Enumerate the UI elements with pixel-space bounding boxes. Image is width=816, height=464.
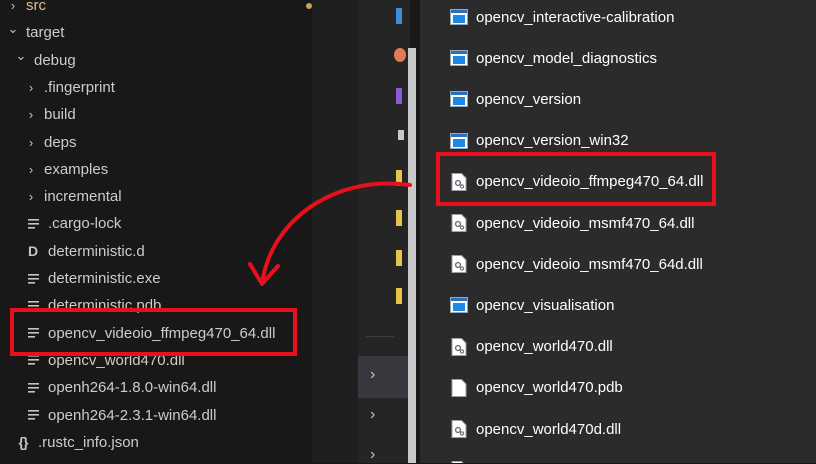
- file-list-item-label: opencv_version: [476, 90, 582, 108]
- tree-item-label: .fingerprint: [44, 78, 115, 96]
- file-list-item-label: opencv_videoio_msmf470_64.dll: [476, 214, 695, 232]
- tree-item-label: .rustc_info.json: [38, 433, 139, 451]
- app-window-icon: [450, 90, 468, 108]
- app-window-icon: [450, 8, 468, 26]
- tree-item[interactable]: openh264-2.3.1-win64.dll: [0, 402, 312, 429]
- chevron-right-icon[interactable]: ›: [24, 107, 38, 122]
- tree-item-label: target: [26, 24, 65, 42]
- strip-selected-row[interactable]: [358, 356, 410, 398]
- tree-item[interactable]: deterministic.exe: [0, 265, 312, 292]
- file-list-pane: opencv_interactive-calibration opencv_mod…: [420, 0, 816, 463]
- file-list-item-label: opencv_visualisation: [476, 296, 615, 314]
- tree-item-label: build: [44, 106, 76, 124]
- tree-item[interactable]: {} .rustc_info.json: [0, 429, 312, 456]
- folder-mark-icon: [396, 210, 402, 226]
- file-list-item-label: opencv_world470d.dll: [476, 420, 622, 438]
- tree-item-label: deps: [44, 133, 77, 151]
- file-list-item-label: opencv_version_win32: [476, 132, 629, 150]
- file-list-item[interactable]: opencv_videoio_msmf470_64d.dll: [450, 249, 703, 279]
- highlight-box-file-pane: [436, 152, 716, 206]
- app-window-icon: [450, 132, 468, 150]
- tree-item[interactable]: ⌄ debug: [0, 47, 312, 74]
- dll-gear-icon: [450, 255, 468, 274]
- chevron-right-icon[interactable]: ›: [24, 135, 38, 150]
- app-mark-icon: [396, 88, 402, 104]
- tree-item[interactable]: › src: [0, 0, 312, 19]
- scrollbar[interactable]: [408, 48, 416, 463]
- tree-item-label: debug: [34, 51, 76, 69]
- dll-gear-icon: [450, 420, 468, 438]
- app-window-icon: [450, 49, 468, 67]
- file-lines-icon: [24, 382, 42, 393]
- chevron-right-icon[interactable]: ›: [24, 162, 38, 177]
- tree-item[interactable]: ⌄ target: [0, 19, 312, 46]
- file-list-item-label: opencv_world470.pdb: [476, 379, 623, 397]
- app-window-icon: [450, 296, 468, 314]
- chevron-right-icon[interactable]: ›: [370, 406, 375, 424]
- file-list-item[interactable]: opencv_videoio_msmf470_64.dll: [450, 208, 694, 238]
- tree-item-label: .cargo-lock: [48, 215, 122, 233]
- file-lines-icon: [24, 273, 42, 284]
- file-list-item-label: opencv_videoio_msmf470_64d.dll: [476, 255, 703, 273]
- file-list-item[interactable]: opencv_world470.pdb: [450, 373, 623, 403]
- tree-item-label: src: [26, 0, 46, 14]
- chevron-right-icon[interactable]: ›: [24, 80, 38, 95]
- folder-mark-icon: [396, 8, 402, 24]
- highlight-box-explorer: [10, 308, 297, 356]
- explorer-tree: › src ⌄ target ⌄ debug › .fingerprint › build › dep…: [0, 0, 312, 463]
- chevron-right-icon[interactable]: ›: [370, 446, 375, 464]
- tree-item-label: deterministic.exe: [48, 270, 161, 287]
- file-list-item-label: opencv_interactive-calibration: [476, 8, 675, 26]
- file-list-item[interactable]: opencv_model_diagnostics: [450, 43, 657, 73]
- editor-gap: [312, 0, 358, 463]
- file-list-item[interactable]: opencv_version: [450, 84, 581, 114]
- strip-divider: [366, 336, 394, 337]
- chevron-down-icon[interactable]: ⌄: [6, 21, 20, 37]
- folder-mark-icon: [396, 250, 402, 266]
- dll-gear-icon: [450, 337, 468, 356]
- file-list-item[interactable]: opencv_visualisation: [450, 290, 614, 320]
- tree-item[interactable]: › .fingerprint: [0, 74, 312, 101]
- blank-file-icon: [450, 378, 468, 397]
- file-list-item-partial[interactable]: [450, 455, 476, 463]
- file-list-item-label: opencv_world470.dll: [476, 338, 613, 356]
- tree-item[interactable]: Ddeterministic.d: [0, 238, 312, 265]
- tree-item[interactable]: .cargo-lock: [0, 210, 312, 237]
- file-list-item-label: opencv_model_diagnostics: [476, 49, 657, 67]
- tree-item[interactable]: › incremental: [0, 183, 312, 210]
- tree-item[interactable]: openh264-1.8.0-win64.dll: [0, 374, 312, 401]
- chevron-right-icon[interactable]: ›: [370, 366, 375, 384]
- file-list-item[interactable]: opencv_world470.dll: [450, 332, 613, 362]
- folder-mark-icon: [398, 130, 404, 140]
- tree-item[interactable]: › examples: [0, 156, 312, 183]
- chevron-down-icon[interactable]: ⌄: [14, 48, 28, 64]
- tree-item-label: deterministic.d: [48, 242, 145, 260]
- file-list-item[interactable]: opencv_interactive-calibration: [450, 2, 674, 32]
- folder-mark-icon: [396, 288, 402, 304]
- file-lines-icon: [24, 410, 42, 420]
- file-lines-icon: [24, 218, 42, 229]
- file-lines-icon: [24, 355, 42, 366]
- chevron-right-icon[interactable]: ›: [24, 189, 38, 204]
- tree-item[interactable]: › build: [0, 101, 312, 128]
- tree-item-label: incremental: [44, 188, 122, 206]
- d-file-icon: D: [27, 243, 39, 260]
- dll-gear-icon: [450, 214, 468, 232]
- file-list-item[interactable]: opencv_world470d.dll: [450, 414, 621, 444]
- tree-item-label: openh264-2.3.1-win64.dll: [48, 406, 217, 424]
- tree-item-label: openh264-1.8.0-win64.dll: [48, 379, 217, 397]
- chevron-right-icon[interactable]: ›: [6, 0, 20, 13]
- folder-mark-icon: [396, 170, 402, 186]
- app-mark-icon: [394, 48, 406, 62]
- tree-item[interactable]: › deps: [0, 129, 312, 156]
- navigation-strip: › › ›: [358, 0, 410, 463]
- tree-item-label: examples: [44, 160, 109, 178]
- json-braces-icon: {}: [18, 434, 29, 451]
